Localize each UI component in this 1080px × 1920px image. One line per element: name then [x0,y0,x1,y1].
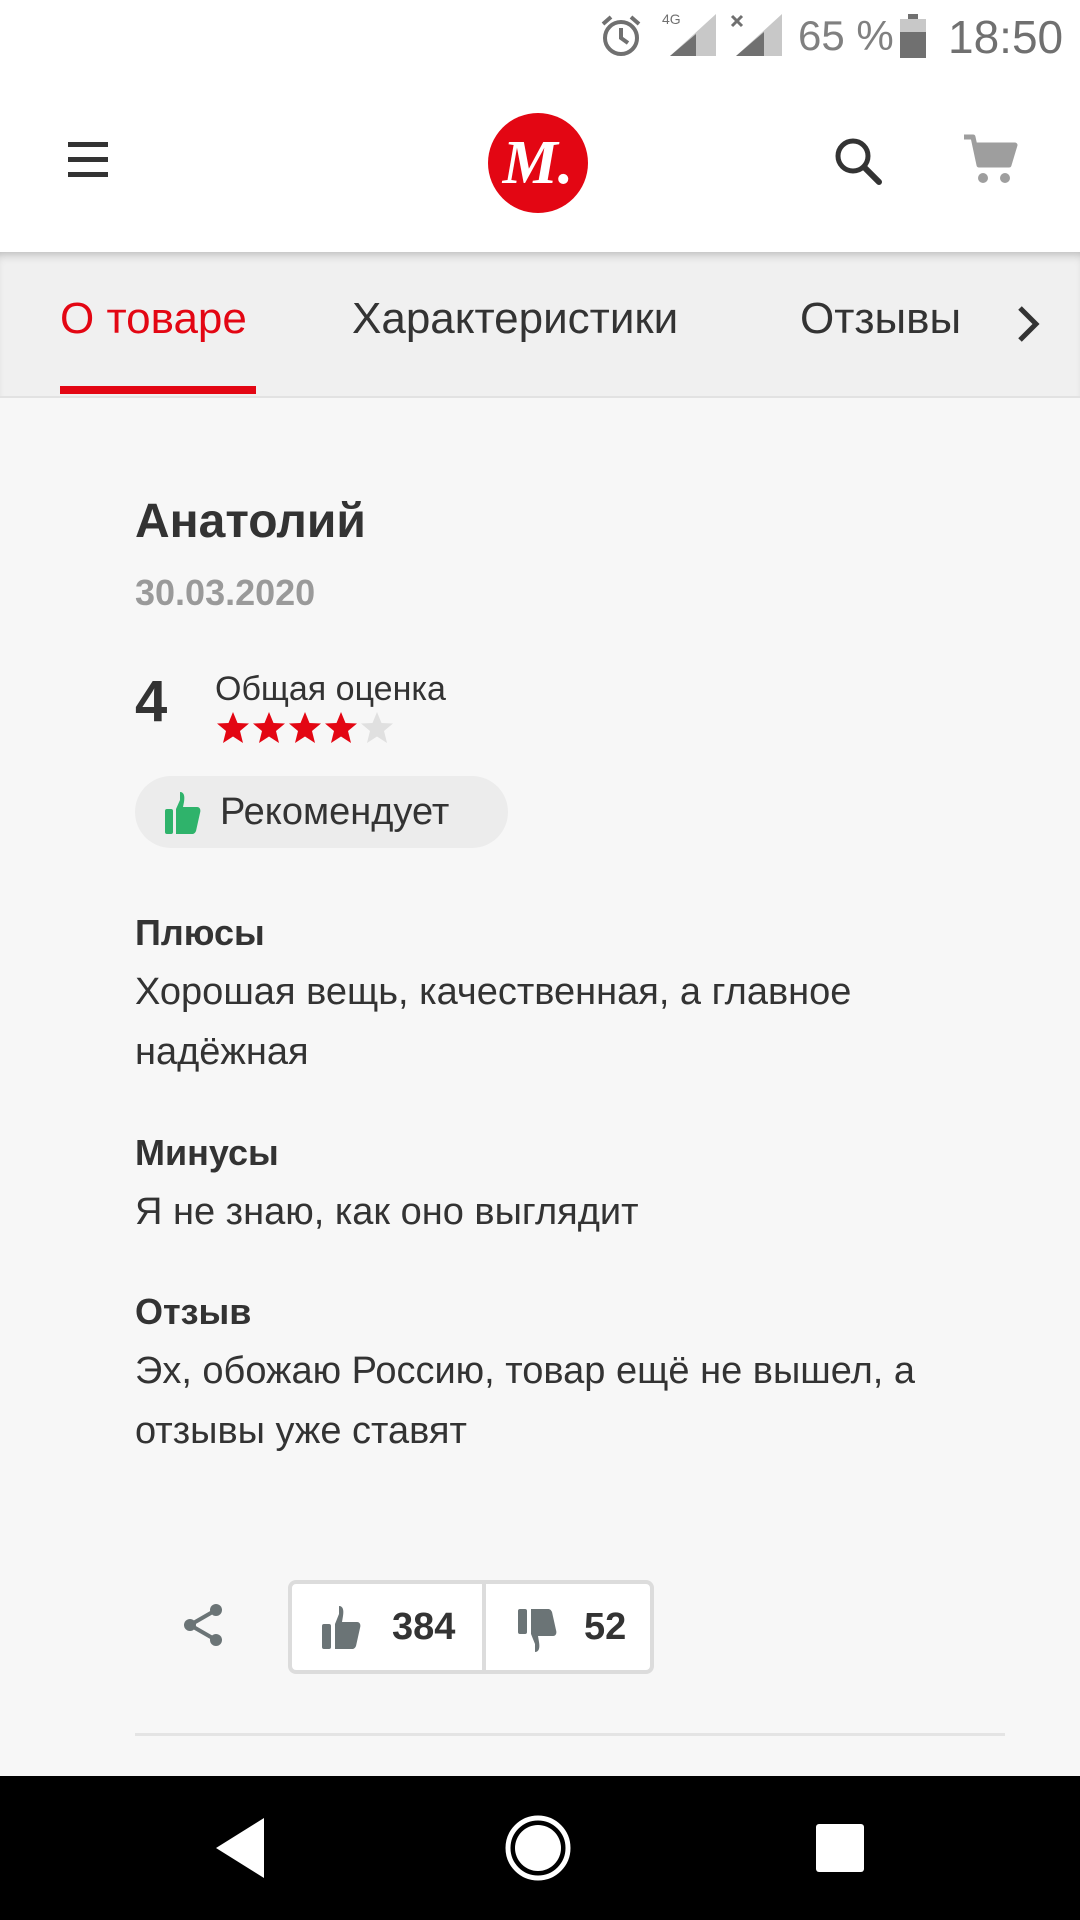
star-empty-icon [361,712,393,743]
like-button[interactable]: 384 [292,1584,482,1670]
hamburger-menu-icon[interactable] [68,140,112,180]
star-filled-icon [253,712,285,743]
logo-text: М. [502,129,574,197]
pros-text: Хорошая вещь, качественная, а главное на… [135,971,852,1073]
mvideo-logo[interactable]: М. [488,113,588,213]
dislike-button[interactable]: 52 [486,1584,650,1670]
product-tabs: О товаре Характеристики Отзывы [0,252,1080,398]
comment-text: Эх, обожаю Россию, товар ещё не вышел, а… [135,1350,916,1452]
rating-label: Общая оценка [215,670,446,708]
thumbs-down-icon [518,1609,557,1652]
recent-apps-icon[interactable] [816,1824,864,1872]
tab-specs[interactable]: Характеристики [352,294,678,344]
clock: 18:50 [948,11,1064,63]
thumbs-up-icon [165,792,201,834]
alarm-icon [601,15,641,56]
chevron-right-icon[interactable] [1012,304,1044,344]
star-filled-icon [289,712,321,743]
rating-value: 4 [135,669,168,734]
active-tab-indicator [60,386,256,394]
dislike-count: 52 [584,1606,627,1648]
divider [135,1733,1005,1736]
cons-text: Я не знаю, как оно выглядит [135,1191,639,1233]
app-header: М. [0,75,1080,252]
star-filled-icon [325,712,357,743]
vote-box: 384 52 [288,1580,654,1674]
search-icon[interactable] [832,135,884,187]
pros-title: Плюсы [135,912,265,953]
review-date: 30.03.2020 [135,572,316,613]
signal-no-service-icon [730,14,782,56]
network-label: 4G [662,12,681,27]
review-author: Анатолий [135,495,366,548]
home-icon[interactable] [504,1814,572,1882]
thumbs-up-icon [322,1606,361,1649]
tab-reviews[interactable]: Отзывы [800,294,961,344]
recommend-label: Рекомендует [220,791,450,833]
status-bar: 4G 65 % 18:50 [0,0,1080,75]
rating-stars [215,710,395,746]
like-count: 384 [392,1606,456,1648]
battery-percent: 65 % [798,12,894,59]
cons-title: Минусы [135,1132,279,1173]
signal-4g-icon: 4G [662,12,716,56]
star-filled-icon [217,712,249,743]
back-icon[interactable] [214,1816,266,1880]
tab-about[interactable]: О товаре [60,294,247,344]
system-nav-bar [0,1776,1080,1920]
cart-icon[interactable] [962,133,1018,187]
comment-title: Отзыв [135,1291,252,1332]
recommend-badge: Рекомендует [135,776,508,848]
share-icon[interactable] [182,1602,224,1648]
battery-icon [900,14,926,58]
